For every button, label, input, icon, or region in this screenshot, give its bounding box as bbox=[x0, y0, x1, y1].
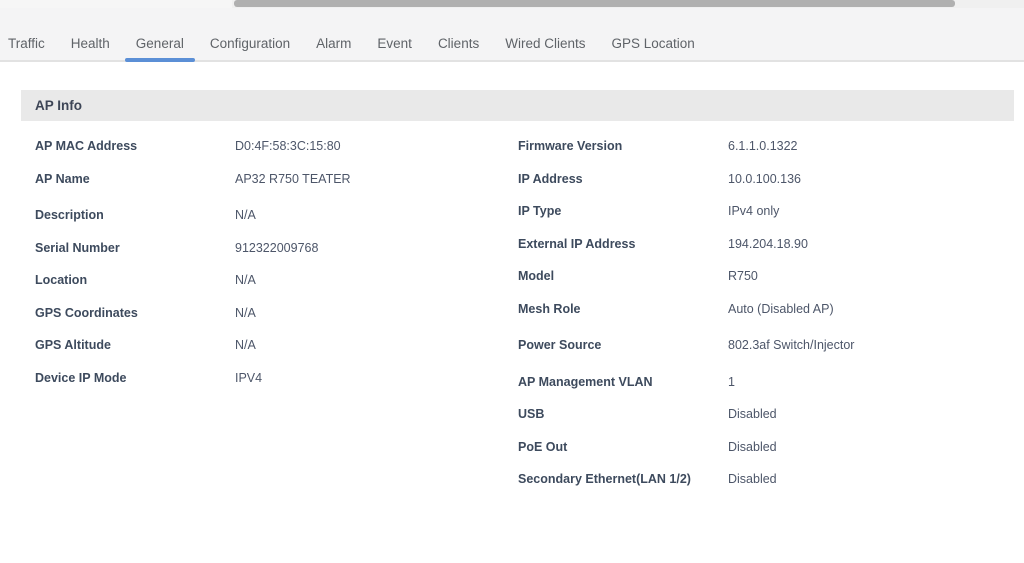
tab-configuration[interactable]: Configuration bbox=[197, 26, 303, 60]
active-tab-underline bbox=[125, 58, 195, 62]
info-row-model: Model R750 bbox=[518, 260, 1024, 293]
field-label: Serial Number bbox=[35, 241, 235, 255]
tab-label: Clients bbox=[438, 36, 479, 51]
field-value: R750 bbox=[728, 269, 758, 283]
info-row-usb: USB Disabled bbox=[518, 398, 1024, 431]
ap-info-right-column: Firmware Version 6.1.1.0.1322 IP Address… bbox=[518, 130, 1024, 496]
tab-label: GPS Location bbox=[611, 36, 694, 51]
field-label: AP Name bbox=[35, 172, 235, 186]
field-value: N/A bbox=[235, 208, 256, 222]
info-row-poe-out: PoE Out Disabled bbox=[518, 431, 1024, 464]
field-label: Description bbox=[35, 208, 235, 222]
info-row-gps-coordinates: GPS Coordinates N/A bbox=[35, 297, 518, 330]
horizontal-scrollbar-thumb[interactable] bbox=[234, 0, 955, 7]
field-value: N/A bbox=[235, 338, 256, 352]
tab-wired-clients[interactable]: Wired Clients bbox=[492, 26, 598, 60]
info-row-firmware-version: Firmware Version 6.1.1.0.1322 bbox=[518, 130, 1024, 163]
tab-health[interactable]: Health bbox=[58, 26, 123, 60]
ap-info-header: AP Info bbox=[21, 90, 1014, 121]
field-value: AP32 R750 TEATER bbox=[235, 172, 351, 186]
info-row-mesh-role: Mesh Role Auto (Disabled AP) bbox=[518, 293, 1024, 326]
tab-label: Health bbox=[71, 36, 110, 51]
field-label: IP Address bbox=[518, 172, 728, 186]
general-tab-panel: AP Info AP MAC Address D0:4F:58:3C:15:80… bbox=[0, 64, 1024, 496]
tab-label: Traffic bbox=[8, 36, 45, 51]
field-value: IPV4 bbox=[235, 371, 262, 385]
field-label: USB bbox=[518, 407, 728, 421]
field-label: External IP Address bbox=[518, 237, 728, 251]
field-value: 6.1.1.0.1322 bbox=[728, 139, 798, 153]
field-label: AP Management VLAN bbox=[518, 375, 728, 389]
tab-alarm[interactable]: Alarm bbox=[303, 26, 364, 60]
field-label: Firmware Version bbox=[518, 139, 728, 153]
field-label: Secondary Ethernet(LAN 1/2) bbox=[518, 472, 728, 486]
tab-general[interactable]: General bbox=[123, 26, 197, 60]
field-label: AP MAC Address bbox=[35, 139, 235, 153]
field-value: Disabled bbox=[728, 407, 777, 421]
field-value: D0:4F:58:3C:15:80 bbox=[235, 139, 341, 153]
field-label: Mesh Role bbox=[518, 302, 728, 316]
field-label: PoE Out bbox=[518, 440, 728, 454]
field-label: Power Source bbox=[518, 338, 728, 352]
panel-title: AP Info bbox=[35, 98, 82, 113]
ap-info-grid: AP MAC Address D0:4F:58:3C:15:80 AP Name… bbox=[0, 121, 1024, 496]
tab-label: Wired Clients bbox=[505, 36, 585, 51]
info-row-location: Location N/A bbox=[35, 264, 518, 297]
info-row-external-ip-address: External IP Address 194.204.18.90 bbox=[518, 228, 1024, 261]
field-value: Disabled bbox=[728, 472, 777, 486]
ap-detail-tabs: Traffic Health General Configuration Ala… bbox=[0, 8, 1024, 62]
info-row-ap-management-vlan: AP Management VLAN 1 bbox=[518, 366, 1024, 399]
tab-event[interactable]: Event bbox=[364, 26, 425, 60]
field-value: N/A bbox=[235, 273, 256, 287]
top-scrollbar-track bbox=[0, 0, 1024, 8]
tab-label: General bbox=[136, 36, 184, 51]
field-value: Disabled bbox=[728, 440, 777, 454]
field-label: IP Type bbox=[518, 204, 728, 218]
tab-gps-location[interactable]: GPS Location bbox=[598, 26, 707, 60]
tab-clients[interactable]: Clients bbox=[425, 26, 492, 60]
field-label: Location bbox=[35, 273, 235, 287]
field-value: 194.204.18.90 bbox=[728, 237, 808, 251]
tab-label: Alarm bbox=[316, 36, 351, 51]
tab-traffic[interactable]: Traffic bbox=[0, 26, 58, 60]
info-row-ip-address: IP Address 10.0.100.136 bbox=[518, 163, 1024, 196]
field-value: 1 bbox=[728, 375, 735, 389]
info-row-ap-name: AP Name AP32 R750 TEATER bbox=[35, 163, 518, 196]
info-row-device-ip-mode: Device IP Mode IPV4 bbox=[35, 362, 518, 395]
field-value: N/A bbox=[235, 306, 256, 320]
field-label: GPS Altitude bbox=[35, 338, 235, 352]
tab-label: Configuration bbox=[210, 36, 290, 51]
info-row-ip-type: IP Type IPv4 only bbox=[518, 195, 1024, 228]
field-value: IPv4 only bbox=[728, 204, 779, 218]
info-row-ap-mac-address: AP MAC Address D0:4F:58:3C:15:80 bbox=[35, 130, 518, 163]
field-value: 802.3af Switch/Injector bbox=[728, 338, 854, 352]
field-value: Auto (Disabled AP) bbox=[728, 302, 834, 316]
field-label: Device IP Mode bbox=[35, 371, 235, 385]
ap-info-left-column: AP MAC Address D0:4F:58:3C:15:80 AP Name… bbox=[35, 130, 518, 496]
info-row-power-source: Power Source 802.3af Switch/Injector bbox=[518, 329, 1024, 362]
info-row-description: Description N/A bbox=[35, 199, 518, 232]
info-row-secondary-ethernet: Secondary Ethernet(LAN 1/2) Disabled bbox=[518, 463, 1024, 496]
field-value: 10.0.100.136 bbox=[728, 172, 801, 186]
field-label: GPS Coordinates bbox=[35, 306, 235, 320]
field-value: 912322009768 bbox=[235, 241, 318, 255]
info-row-gps-altitude: GPS Altitude N/A bbox=[35, 329, 518, 362]
field-label: Model bbox=[518, 269, 728, 283]
tab-label: Event bbox=[377, 36, 412, 51]
info-row-serial-number: Serial Number 912322009768 bbox=[35, 232, 518, 265]
horizontal-scrollbar-track bbox=[232, 0, 1024, 8]
